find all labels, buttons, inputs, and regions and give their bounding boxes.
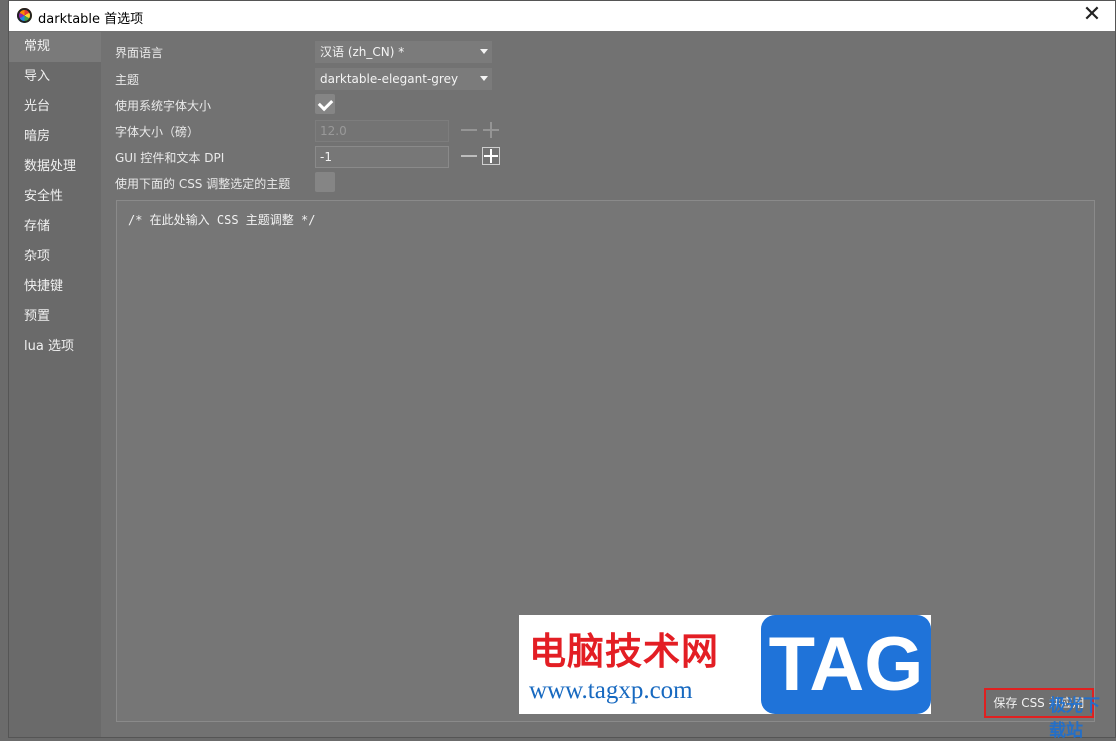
title-bar: darktable 首选项 ✕	[9, 1, 1115, 31]
font-size-label: 字体大小（磅）	[115, 125, 200, 139]
dpi-row: GUI 控件和文本 DPI -1	[115, 146, 515, 168]
chevron-down-icon	[480, 76, 488, 81]
language-dropdown[interactable]: 汉语 (zh_CN) *	[315, 41, 492, 63]
close-icon[interactable]: ✕	[1069, 1, 1115, 31]
language-label: 界面语言	[115, 46, 164, 60]
font-size-input[interactable]: 12.0	[315, 120, 449, 142]
dpi-input[interactable]: -1	[315, 146, 449, 168]
minus-icon[interactable]	[460, 147, 478, 165]
system-font-label: 使用系统字体大小	[115, 99, 212, 113]
system-font-row: 使用系统字体大小	[115, 94, 515, 116]
sidebar-item-darkroom[interactable]: 暗房	[9, 122, 101, 152]
sidebar-item-presets[interactable]: 预置	[9, 302, 101, 332]
sidebar: 常规 导入 光台 暗房 数据处理 安全性 存储 杂项 快捷键 预置 lua 选项	[9, 32, 101, 737]
language-row: 界面语言 汉语 (zh_CN) *	[115, 41, 515, 63]
watermark-chinese-text: 电脑技术网	[529, 629, 719, 673]
sidebar-item-storage[interactable]: 存储	[9, 212, 101, 242]
watermark-tag-logo: TAG	[761, 615, 931, 714]
theme-dropdown[interactable]: darktable-elegant-grey	[315, 68, 492, 90]
dpi-label: GUI 控件和文本 DPI	[115, 151, 225, 165]
sidebar-item-security[interactable]: 安全性	[9, 182, 101, 212]
theme-label: 主题	[115, 73, 140, 87]
css-tweak-checkbox[interactable]	[315, 172, 335, 192]
chevron-down-icon	[480, 49, 488, 54]
darktable-logo-icon	[17, 8, 32, 23]
css-tweak-label: 使用下面的 CSS 调整选定的主题	[115, 177, 291, 191]
theme-value: darktable-elegant-grey	[320, 72, 459, 86]
sidebar-item-shortcuts[interactable]: 快捷键	[9, 272, 101, 302]
minus-icon[interactable]	[460, 121, 478, 139]
sidebar-item-lighttable[interactable]: 光台	[9, 92, 101, 122]
sidebar-item-processing[interactable]: 数据处理	[9, 152, 101, 182]
sidebar-item-misc[interactable]: 杂项	[9, 242, 101, 272]
sidebar-item-general[interactable]: 常规	[9, 32, 101, 62]
theme-row: 主题 darktable-elegant-grey	[115, 68, 515, 90]
language-value: 汉语 (zh_CN) *	[320, 45, 405, 59]
plus-icon[interactable]	[482, 147, 500, 165]
checkmark-icon	[317, 95, 334, 112]
font-size-row: 字体大小（磅） 12.0	[115, 120, 515, 142]
window-title: darktable 首选项	[38, 12, 144, 27]
sidebar-item-lua[interactable]: lua 选项	[9, 332, 101, 362]
watermark-url: www.tagxp.com	[529, 677, 693, 704]
system-font-checkbox[interactable]	[315, 94, 335, 114]
sidebar-item-import[interactable]: 导入	[9, 62, 101, 92]
watermark-banner: 电脑技术网 www.tagxp.com TAG	[519, 615, 931, 714]
css-editor-text: /* 在此处输入 CSS 主题调整 */	[128, 213, 316, 227]
plus-icon[interactable]	[482, 121, 500, 139]
preferences-window: darktable 首选项 ✕ 常规 导入 光台 暗房 数据处理 安全性 存储 …	[8, 0, 1116, 741]
corner-watermark-logo: 极光下载站	[1049, 696, 1100, 741]
css-tweak-row: 使用下面的 CSS 调整选定的主题	[115, 172, 515, 194]
